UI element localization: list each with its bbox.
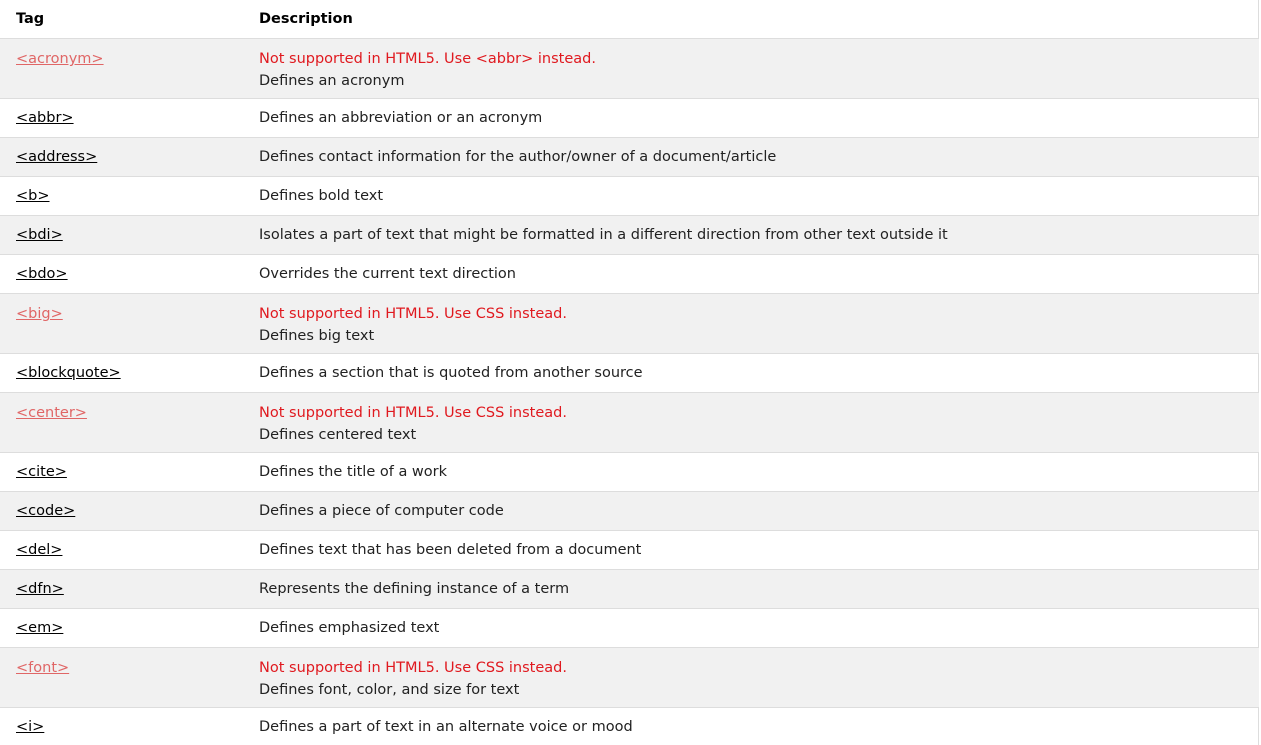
- tag-reference-table: Tag Description <acronym> Not supported …: [0, 0, 1259, 745]
- table-row: <code> Defines a piece of computer code: [0, 491, 1259, 531]
- tag-cell: <big>: [0, 293, 243, 354]
- tag-description: Defines big text: [259, 328, 375, 344]
- tag-link[interactable]: <i>: [16, 719, 44, 735]
- tag-description: Defines emphasized text: [259, 620, 440, 636]
- tag-cell: <acronym>: [0, 38, 243, 99]
- table-row: <del> Defines text that has been deleted…: [0, 530, 1259, 570]
- tag-description: Overrides the current text direction: [259, 266, 516, 282]
- table-row: <center> Not supported in HTML5. Use CSS…: [0, 392, 1259, 453]
- table-row: <bdo> Overrides the current text directi…: [0, 254, 1259, 294]
- description-cell: Not supported in HTML5. Use CSS instead.…: [243, 392, 1259, 453]
- tag-link[interactable]: <b>: [16, 188, 50, 204]
- tag-link[interactable]: <bdo>: [16, 266, 68, 282]
- tag-description: Defines the title of a work: [259, 464, 448, 480]
- tag-description: Defines contact information for the auth…: [259, 149, 777, 165]
- deprecation-warning: Not supported in HTML5. Use CSS instead.: [259, 660, 567, 676]
- tag-link[interactable]: <acronym>: [16, 51, 104, 67]
- tag-link[interactable]: <center>: [16, 405, 87, 421]
- tag-cell: <cite>: [0, 452, 243, 492]
- table-row: <font> Not supported in HTML5. Use CSS i…: [0, 647, 1259, 708]
- description-cell: Defines a part of text in an alternate v…: [243, 707, 1259, 745]
- tag-link[interactable]: <abbr>: [16, 110, 74, 126]
- tag-description: Defines text that has been deleted from …: [259, 542, 642, 558]
- tag-cell: <dfn>: [0, 569, 243, 609]
- tag-column-header: Tag: [0, 0, 243, 39]
- table-row: <address> Defines contact information fo…: [0, 137, 1259, 177]
- table-row: <dfn> Represents the defining instance o…: [0, 569, 1259, 609]
- tag-reference-panel: Tag Description <acronym> Not supported …: [0, 0, 1259, 745]
- tag-link[interactable]: <code>: [16, 503, 75, 519]
- table-row: <em> Defines emphasized text: [0, 608, 1259, 648]
- table-row: <acronym> Not supported in HTML5. Use <a…: [0, 38, 1259, 99]
- table-row: <big> Not supported in HTML5. Use CSS in…: [0, 293, 1259, 354]
- tag-link[interactable]: <em>: [16, 620, 63, 636]
- description-cell: Defines a piece of computer code: [243, 491, 1259, 531]
- table-row: <cite> Defines the title of a work: [0, 452, 1259, 492]
- tag-cell: <em>: [0, 608, 243, 648]
- tag-cell: <abbr>: [0, 98, 243, 138]
- tag-cell: <i>: [0, 707, 243, 745]
- table-header-row: Tag Description: [0, 0, 1259, 39]
- description-cell: Defines contact information for the auth…: [243, 137, 1259, 177]
- description-cell: Defines text that has been deleted from …: [243, 530, 1259, 570]
- table-row: <abbr> Defines an abbreviation or an acr…: [0, 98, 1259, 138]
- tag-link[interactable]: <font>: [16, 660, 69, 676]
- description-cell: Defines a section that is quoted from an…: [243, 353, 1259, 393]
- description-cell: Defines an abbreviation or an acronym: [243, 98, 1259, 138]
- table-body: <acronym> Not supported in HTML5. Use <a…: [0, 38, 1259, 745]
- tag-cell: <b>: [0, 176, 243, 216]
- tag-description: Isolates a part of text that might be fo…: [259, 227, 948, 243]
- description-cell: Not supported in HTML5. Use CSS instead.…: [243, 647, 1259, 708]
- tag-cell: <address>: [0, 137, 243, 177]
- description-cell: Overrides the current text direction: [243, 254, 1259, 294]
- tag-description: Defines a part of text in an alternate v…: [259, 719, 633, 735]
- tag-link[interactable]: <del>: [16, 542, 62, 558]
- tag-link[interactable]: <cite>: [16, 464, 67, 480]
- tag-link[interactable]: <address>: [16, 149, 97, 165]
- description-cell: Defines emphasized text: [243, 608, 1259, 648]
- tag-link[interactable]: <big>: [16, 306, 63, 322]
- tag-cell: <center>: [0, 392, 243, 453]
- tag-description: Represents the defining instance of a te…: [259, 581, 570, 597]
- table-row: <bdi> Isolates a part of text that might…: [0, 215, 1259, 255]
- description-column-header: Description: [243, 0, 1259, 39]
- deprecation-warning: Not supported in HTML5. Use <abbr> inste…: [259, 51, 596, 67]
- deprecation-warning: Not supported in HTML5. Use CSS instead.: [259, 405, 567, 421]
- description-cell: Not supported in HTML5. Use CSS instead.…: [243, 293, 1259, 354]
- table-row: <blockquote> Defines a section that is q…: [0, 353, 1259, 393]
- description-cell: Not supported in HTML5. Use <abbr> inste…: [243, 38, 1259, 99]
- tag-cell: <del>: [0, 530, 243, 570]
- tag-link[interactable]: <blockquote>: [16, 365, 121, 381]
- tag-cell: <bdo>: [0, 254, 243, 294]
- tag-cell: <blockquote>: [0, 353, 243, 393]
- description-cell: Defines bold text: [243, 176, 1259, 216]
- tag-description: Defines bold text: [259, 188, 384, 204]
- tag-cell: <bdi>: [0, 215, 243, 255]
- tag-link[interactable]: <bdi>: [16, 227, 63, 243]
- tag-description: Defines a piece of computer code: [259, 503, 504, 519]
- tag-cell: <code>: [0, 491, 243, 531]
- table-row: <b> Defines bold text: [0, 176, 1259, 216]
- tag-cell: <font>: [0, 647, 243, 708]
- description-cell: Defines the title of a work: [243, 452, 1259, 492]
- tag-description: Defines an acronym: [259, 73, 405, 89]
- deprecation-warning: Not supported in HTML5. Use CSS instead.: [259, 306, 567, 322]
- tag-description: Defines an abbreviation or an acronym: [259, 110, 543, 126]
- tag-description: Defines centered text: [259, 427, 417, 443]
- table-row: <i> Defines a part of text in an alterna…: [0, 707, 1259, 745]
- tag-link[interactable]: <dfn>: [16, 581, 64, 597]
- description-cell: Isolates a part of text that might be fo…: [243, 215, 1259, 255]
- description-cell: Represents the defining instance of a te…: [243, 569, 1259, 609]
- tag-description: Defines font, color, and size for text: [259, 682, 520, 698]
- tag-description: Defines a section that is quoted from an…: [259, 365, 643, 381]
